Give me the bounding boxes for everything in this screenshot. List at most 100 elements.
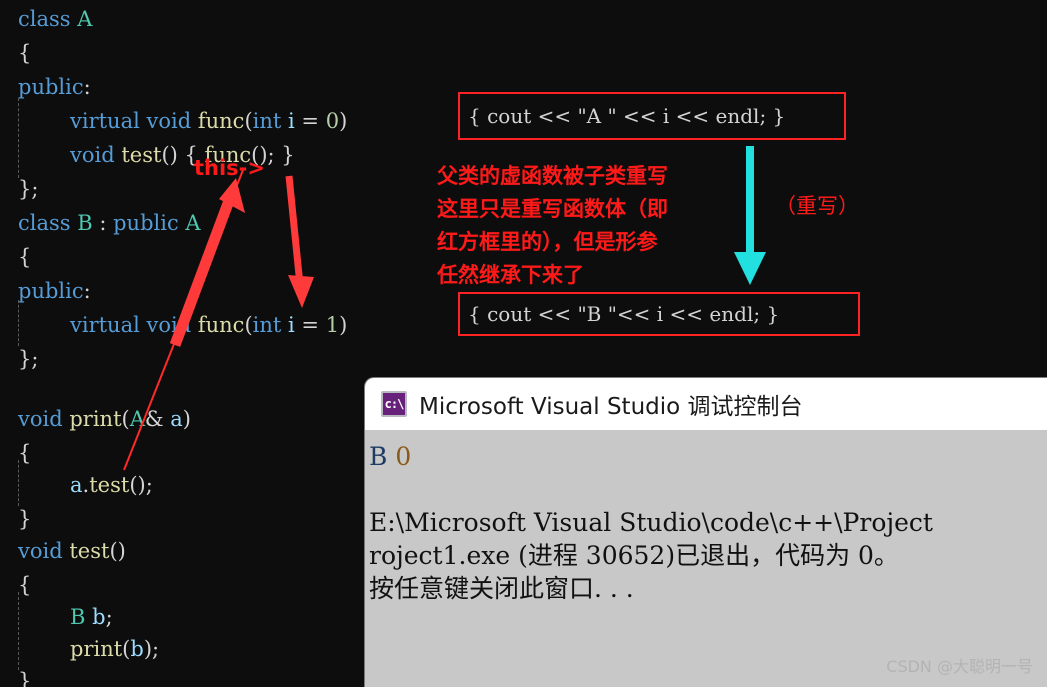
code-token: { (18, 573, 32, 597)
code-token: test (89, 473, 130, 497)
code-line[interactable]: void print(A& a) (18, 400, 191, 438)
annotation-this-pointer: this-> (194, 156, 265, 180)
redbox-b-text: { cout << "B "<< i << endl; } (468, 302, 780, 326)
code-line[interactable]: print(b); (70, 630, 159, 668)
code-line[interactable]: void test() (18, 532, 126, 570)
code-token: () (129, 473, 146, 497)
code-token: A (185, 211, 201, 235)
console-token: B (369, 442, 388, 471)
code-token: virtual (70, 313, 147, 337)
code-token: ( (244, 109, 253, 133)
code-line[interactable]: { (18, 566, 31, 604)
code-token: func (197, 313, 245, 337)
code-line[interactable]: public: (18, 272, 91, 310)
code-token: test (69, 539, 110, 563)
console-title-bar[interactable]: c:\ Microsoft Visual Studio 调试控制台 (365, 378, 1047, 430)
code-token: test (121, 143, 162, 167)
indent-guide (18, 460, 20, 506)
code-line[interactable]: { (18, 34, 31, 72)
code-token: void (18, 407, 70, 431)
code-line[interactable]: } (18, 662, 31, 687)
code-token: 1 (325, 313, 340, 337)
code-token: A (77, 7, 93, 31)
code-token: { (18, 441, 32, 465)
code-token: B (70, 605, 86, 629)
console-app-icon: c:\ (381, 391, 407, 417)
code-token: ; (152, 637, 160, 661)
annotation-note-line: 任然继承下来了 (437, 263, 584, 287)
red-arrow-down-head (288, 275, 314, 308)
code-token: public (18, 279, 84, 303)
code-token: = (294, 109, 326, 133)
console-line: E:\Microsoft Visual Studio\code\c++\Proj… (369, 508, 933, 537)
cyan-arrow-head (734, 252, 766, 285)
code-token: { (18, 245, 32, 269)
code-token: ( (121, 407, 130, 431)
code-token: a (70, 473, 83, 497)
console-window[interactable]: c:\ Microsoft Visual Studio 调试控制台 B 0 E:\… (365, 378, 1047, 687)
code-token: A (129, 407, 145, 431)
redbox-a-text: { cout << "A " << i << endl; } (468, 104, 786, 128)
code-line[interactable]: class A (18, 0, 92, 38)
code-token: print (69, 407, 122, 431)
code-line[interactable]: virtual void func(int i = 1) (70, 306, 347, 344)
code-token: func (197, 109, 245, 133)
code-line[interactable]: a.test(); (70, 466, 153, 504)
code-token: int (252, 109, 282, 133)
code-token: print (70, 637, 123, 661)
red-arrow-down-shaft (285, 175, 304, 286)
annotation-note-block: 父类的虚函数被子类重写 这里只是重写函数体（即 红方框里的），但是形参 任然继承下来了 (437, 160, 668, 292)
code-token: : (83, 75, 91, 99)
console-token: 0 (395, 442, 412, 471)
watermark: CSDN @大聪明一号 (886, 657, 1033, 676)
code-token: i (288, 313, 295, 337)
annotation-note-line: 父类的虚函数被子类重写 (437, 164, 668, 188)
code-token: public (18, 75, 84, 99)
indent-guide (18, 300, 20, 346)
code-line[interactable]: }; (18, 170, 38, 208)
code-line[interactable]: class B : public A (18, 204, 201, 242)
code-line[interactable]: virtual void func(int i = 0) (70, 102, 347, 140)
code-token: B (77, 211, 93, 235)
code-token: ( (244, 313, 253, 337)
console-output[interactable]: B 0 E:\Microsoft Visual Studio\code\c++\P… (365, 430, 1047, 687)
code-token: () (109, 539, 126, 563)
redbox-func-b-body: { cout << "B "<< i << endl; } (458, 292, 860, 336)
code-token: : (83, 279, 91, 303)
code-token: { (18, 41, 32, 65)
code-token: } (18, 507, 32, 531)
code-line[interactable]: { (18, 238, 31, 276)
indent-guide (18, 592, 20, 670)
code-token: void (146, 313, 198, 337)
code-token: void (146, 109, 198, 133)
code-token: ; (105, 605, 113, 629)
code-token: }; (18, 347, 39, 371)
indent-guide (18, 98, 20, 178)
console-line: B 0 (369, 440, 1047, 473)
code-token: ) (143, 637, 153, 661)
console-line: roject1.exe (进程 30652)已退出，代码为 0。 (369, 541, 899, 570)
code-line[interactable]: { (18, 434, 31, 472)
annotation-note-line: 红方框里的），但是形参 (437, 230, 658, 254)
code-token: void (18, 539, 70, 563)
code-line[interactable]: }; (18, 340, 38, 378)
code-token: & (144, 407, 171, 431)
annotation-note-line: 这里只是重写函数体（即 (437, 197, 668, 221)
code-line[interactable]: public: (18, 68, 91, 106)
redbox-func-a-body: { cout << "A " << i << endl; } (458, 92, 846, 140)
code-token: ; (145, 473, 153, 497)
code-token: ; } (267, 143, 295, 167)
code-token: i (288, 109, 295, 133)
code-token: () (161, 143, 178, 167)
red-arrow-up-head (219, 178, 245, 213)
code-token: class (18, 211, 78, 235)
code-token: a (170, 407, 183, 431)
code-token: 0 (325, 109, 340, 133)
code-token: ) (182, 407, 191, 431)
code-token: ) (339, 109, 348, 133)
code-token: ) (339, 313, 348, 337)
console-line: 按任意键关闭此窗口. . . (369, 574, 634, 603)
